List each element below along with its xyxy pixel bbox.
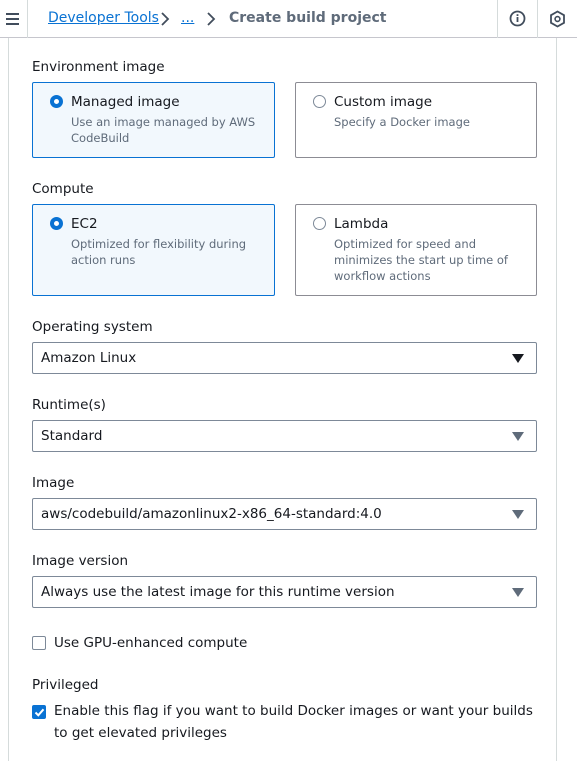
selected-value: Amazon Linux: [41, 350, 137, 366]
option-description: Specify a Docker image: [334, 115, 470, 129]
panel-border-right: [556, 38, 557, 761]
caret-down-icon: [512, 354, 524, 363]
selected-value: Standard: [41, 428, 103, 444]
option-title: Lambda: [334, 216, 389, 232]
caret-down-icon: [512, 432, 524, 441]
gpu-checkbox-label[interactable]: Use GPU-enhanced compute: [54, 632, 534, 654]
selected-value: Always use the latest image for this run…: [41, 584, 395, 600]
managed-image-option[interactable]: Managed image Use an image managed by AW…: [32, 82, 275, 158]
image-select[interactable]: aws/codebuild/amazonlinux2-x86_64-standa…: [32, 498, 537, 530]
option-title: EC2: [71, 216, 98, 232]
option-title: Managed image: [71, 94, 180, 110]
radio-managed-image[interactable]: [50, 95, 63, 108]
menu-icon: [6, 13, 19, 15]
ec2-option[interactable]: EC2 Optimized for flexibility during act…: [32, 204, 275, 296]
settings-button[interactable]: [538, 0, 576, 38]
top-navigation-bar: Developer Tools ... Create build project: [0, 0, 577, 38]
divider: [27, 0, 28, 38]
environment-image-label: Environment image: [32, 59, 165, 75]
runtimes-label: Runtime(s): [32, 397, 106, 413]
info-icon: [509, 10, 526, 27]
breadcrumb-ellipsis[interactable]: ...: [181, 10, 194, 26]
runtime-select[interactable]: Standard: [32, 420, 537, 452]
menu-icon-line: [6, 18, 19, 20]
breadcrumb-developer-tools[interactable]: Developer Tools: [48, 10, 159, 26]
checkmark-icon: [34, 708, 45, 717]
breadcrumb-current-page: Create build project: [229, 10, 387, 26]
image-version-label: Image version: [32, 553, 129, 569]
option-description: Optimized for flexibility during action …: [71, 237, 247, 267]
caret-down-icon: [512, 510, 524, 519]
image-version-select[interactable]: Always use the latest image for this run…: [32, 576, 537, 608]
menu-icon-line: [6, 23, 19, 25]
privileged-checkbox[interactable]: [32, 705, 46, 719]
info-button[interactable]: [498, 0, 536, 38]
gpu-checkbox[interactable]: [32, 636, 46, 650]
option-title: Custom image: [334, 94, 433, 110]
radio-custom-image[interactable]: [313, 95, 326, 108]
operating-system-label: Operating system: [32, 319, 153, 335]
lambda-option[interactable]: Lambda Optimized for speed and minimizes…: [295, 204, 537, 296]
compute-label: Compute: [32, 181, 94, 197]
radio-ec2[interactable]: [50, 217, 63, 230]
operating-system-select[interactable]: Amazon Linux: [32, 342, 537, 374]
caret-down-icon: [512, 588, 524, 597]
selected-value: aws/codebuild/amazonlinux2-x86_64-standa…: [41, 506, 382, 522]
panel-border-left: [8, 38, 9, 761]
chevron-right-icon: [161, 12, 170, 26]
radio-lambda[interactable]: [313, 217, 326, 230]
option-description: Optimized for speed and minimizes the st…: [334, 237, 508, 283]
menu-button[interactable]: [0, 0, 26, 38]
privileged-checkbox-label[interactable]: Enable this flag if you want to build Do…: [54, 700, 534, 744]
option-description: Use an image managed by AWS CodeBuild: [71, 115, 256, 145]
settings-hex-icon: [550, 10, 565, 28]
custom-image-option[interactable]: Custom image Specify a Docker image: [295, 82, 537, 158]
image-label: Image: [32, 475, 75, 491]
privileged-label: Privileged: [32, 677, 99, 693]
chevron-right-icon: [207, 12, 216, 26]
